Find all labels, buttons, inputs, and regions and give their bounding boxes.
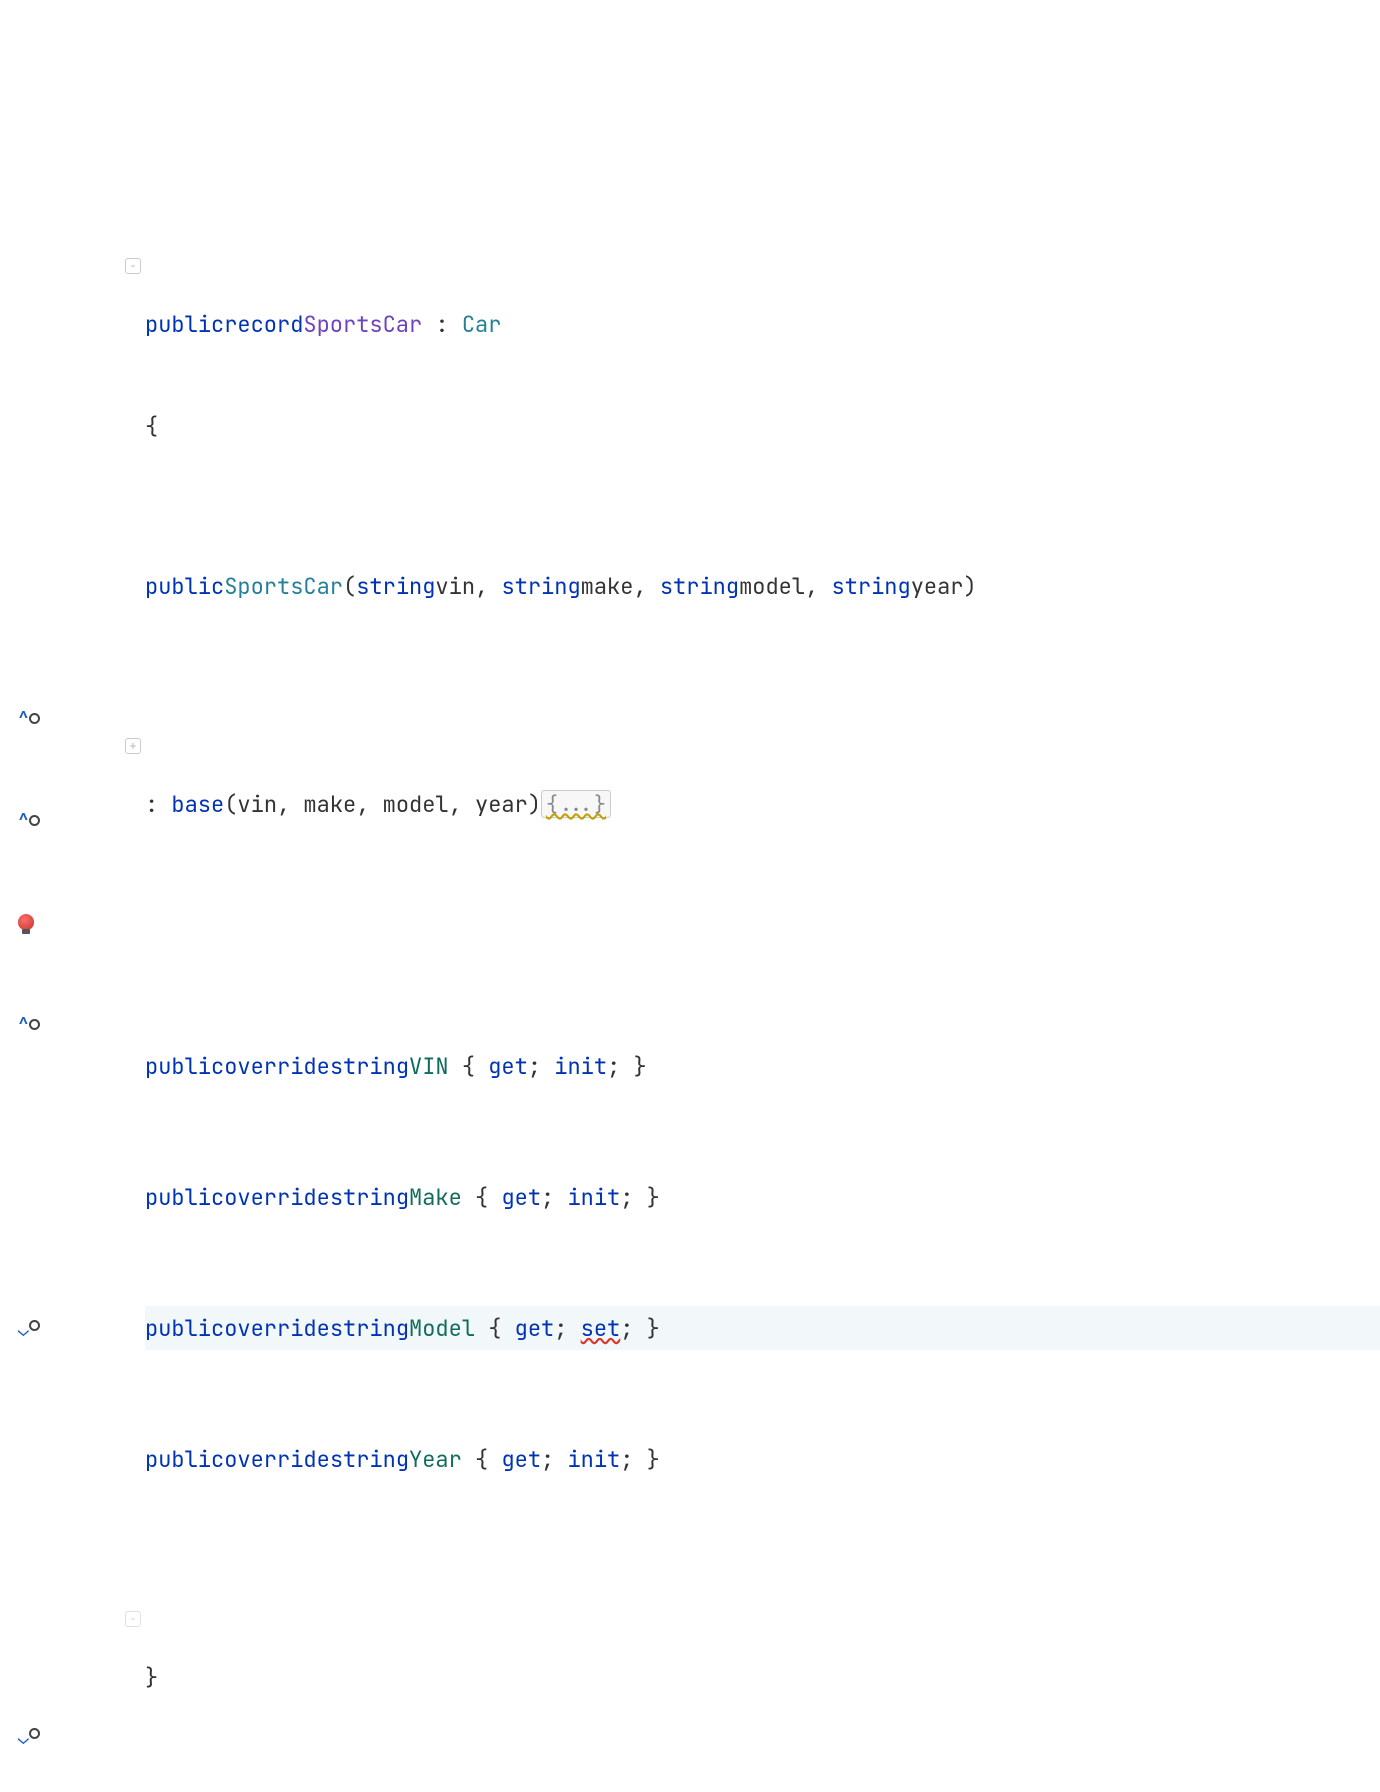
override-down-icon[interactable]: ⌄ <box>18 1319 40 1342</box>
gutter: ^ ^ ^ ⌄ ⌄ ⌄ ⌄ ⌄ <box>0 116 100 1012</box>
code-line[interactable]: public override string Year { get; init;… <box>145 1437 1380 1481</box>
override-up-icon[interactable]: ^ <box>18 707 40 730</box>
code-line[interactable] <box>145 884 1380 928</box>
code-area[interactable]: public record SportsCar : Car { public S… <box>100 116 1380 1012</box>
property-name: Make <box>409 1183 462 1212</box>
override-up-icon[interactable]: ^ <box>18 809 40 832</box>
override-down-icon[interactable]: ⌄ <box>18 1727 40 1750</box>
override-up-icon[interactable]: ^ <box>18 1013 40 1036</box>
code-line[interactable]: public override string Make { get; init;… <box>145 1175 1380 1219</box>
keyword-record: record <box>224 310 303 339</box>
lightbulb-icon[interactable] <box>18 914 34 930</box>
error-accessor: set <box>581 1314 621 1343</box>
fold-handle-icon[interactable] <box>125 1611 141 1627</box>
fold-collapsed-icon[interactable]: {...} <box>541 790 611 818</box>
fold-expand-icon[interactable] <box>125 738 141 754</box>
code-editor[interactable]: ^ ^ ^ ⌄ ⌄ ⌄ ⌄ ⌄ public record SportsCar … <box>0 116 1380 1012</box>
class-name: SportsCar <box>303 310 422 339</box>
code-line[interactable] <box>145 1757 1380 1792</box>
keyword-public: public <box>145 310 224 339</box>
property-name: Year <box>409 1445 462 1474</box>
fold-handle-icon[interactable] <box>125 258 141 274</box>
code-line[interactable]: public override string VIN { get; init; … <box>145 1044 1380 1088</box>
code-line[interactable]: public record SportsCar : Car <box>145 302 1380 346</box>
base-type: Car <box>462 310 502 339</box>
property-name: VIN <box>409 1052 449 1081</box>
code-line[interactable]: { <box>145 404 1380 448</box>
code-line[interactable]: : base(vin, make, model, year){...} <box>145 782 1380 826</box>
property-name: Model <box>409 1314 475 1343</box>
code-line[interactable]: } <box>145 1655 1380 1699</box>
code-line[interactable]: public SportsCar(string vin, string make… <box>145 564 1380 608</box>
code-line-active[interactable]: public override string Model { get; set;… <box>145 1306 1380 1350</box>
